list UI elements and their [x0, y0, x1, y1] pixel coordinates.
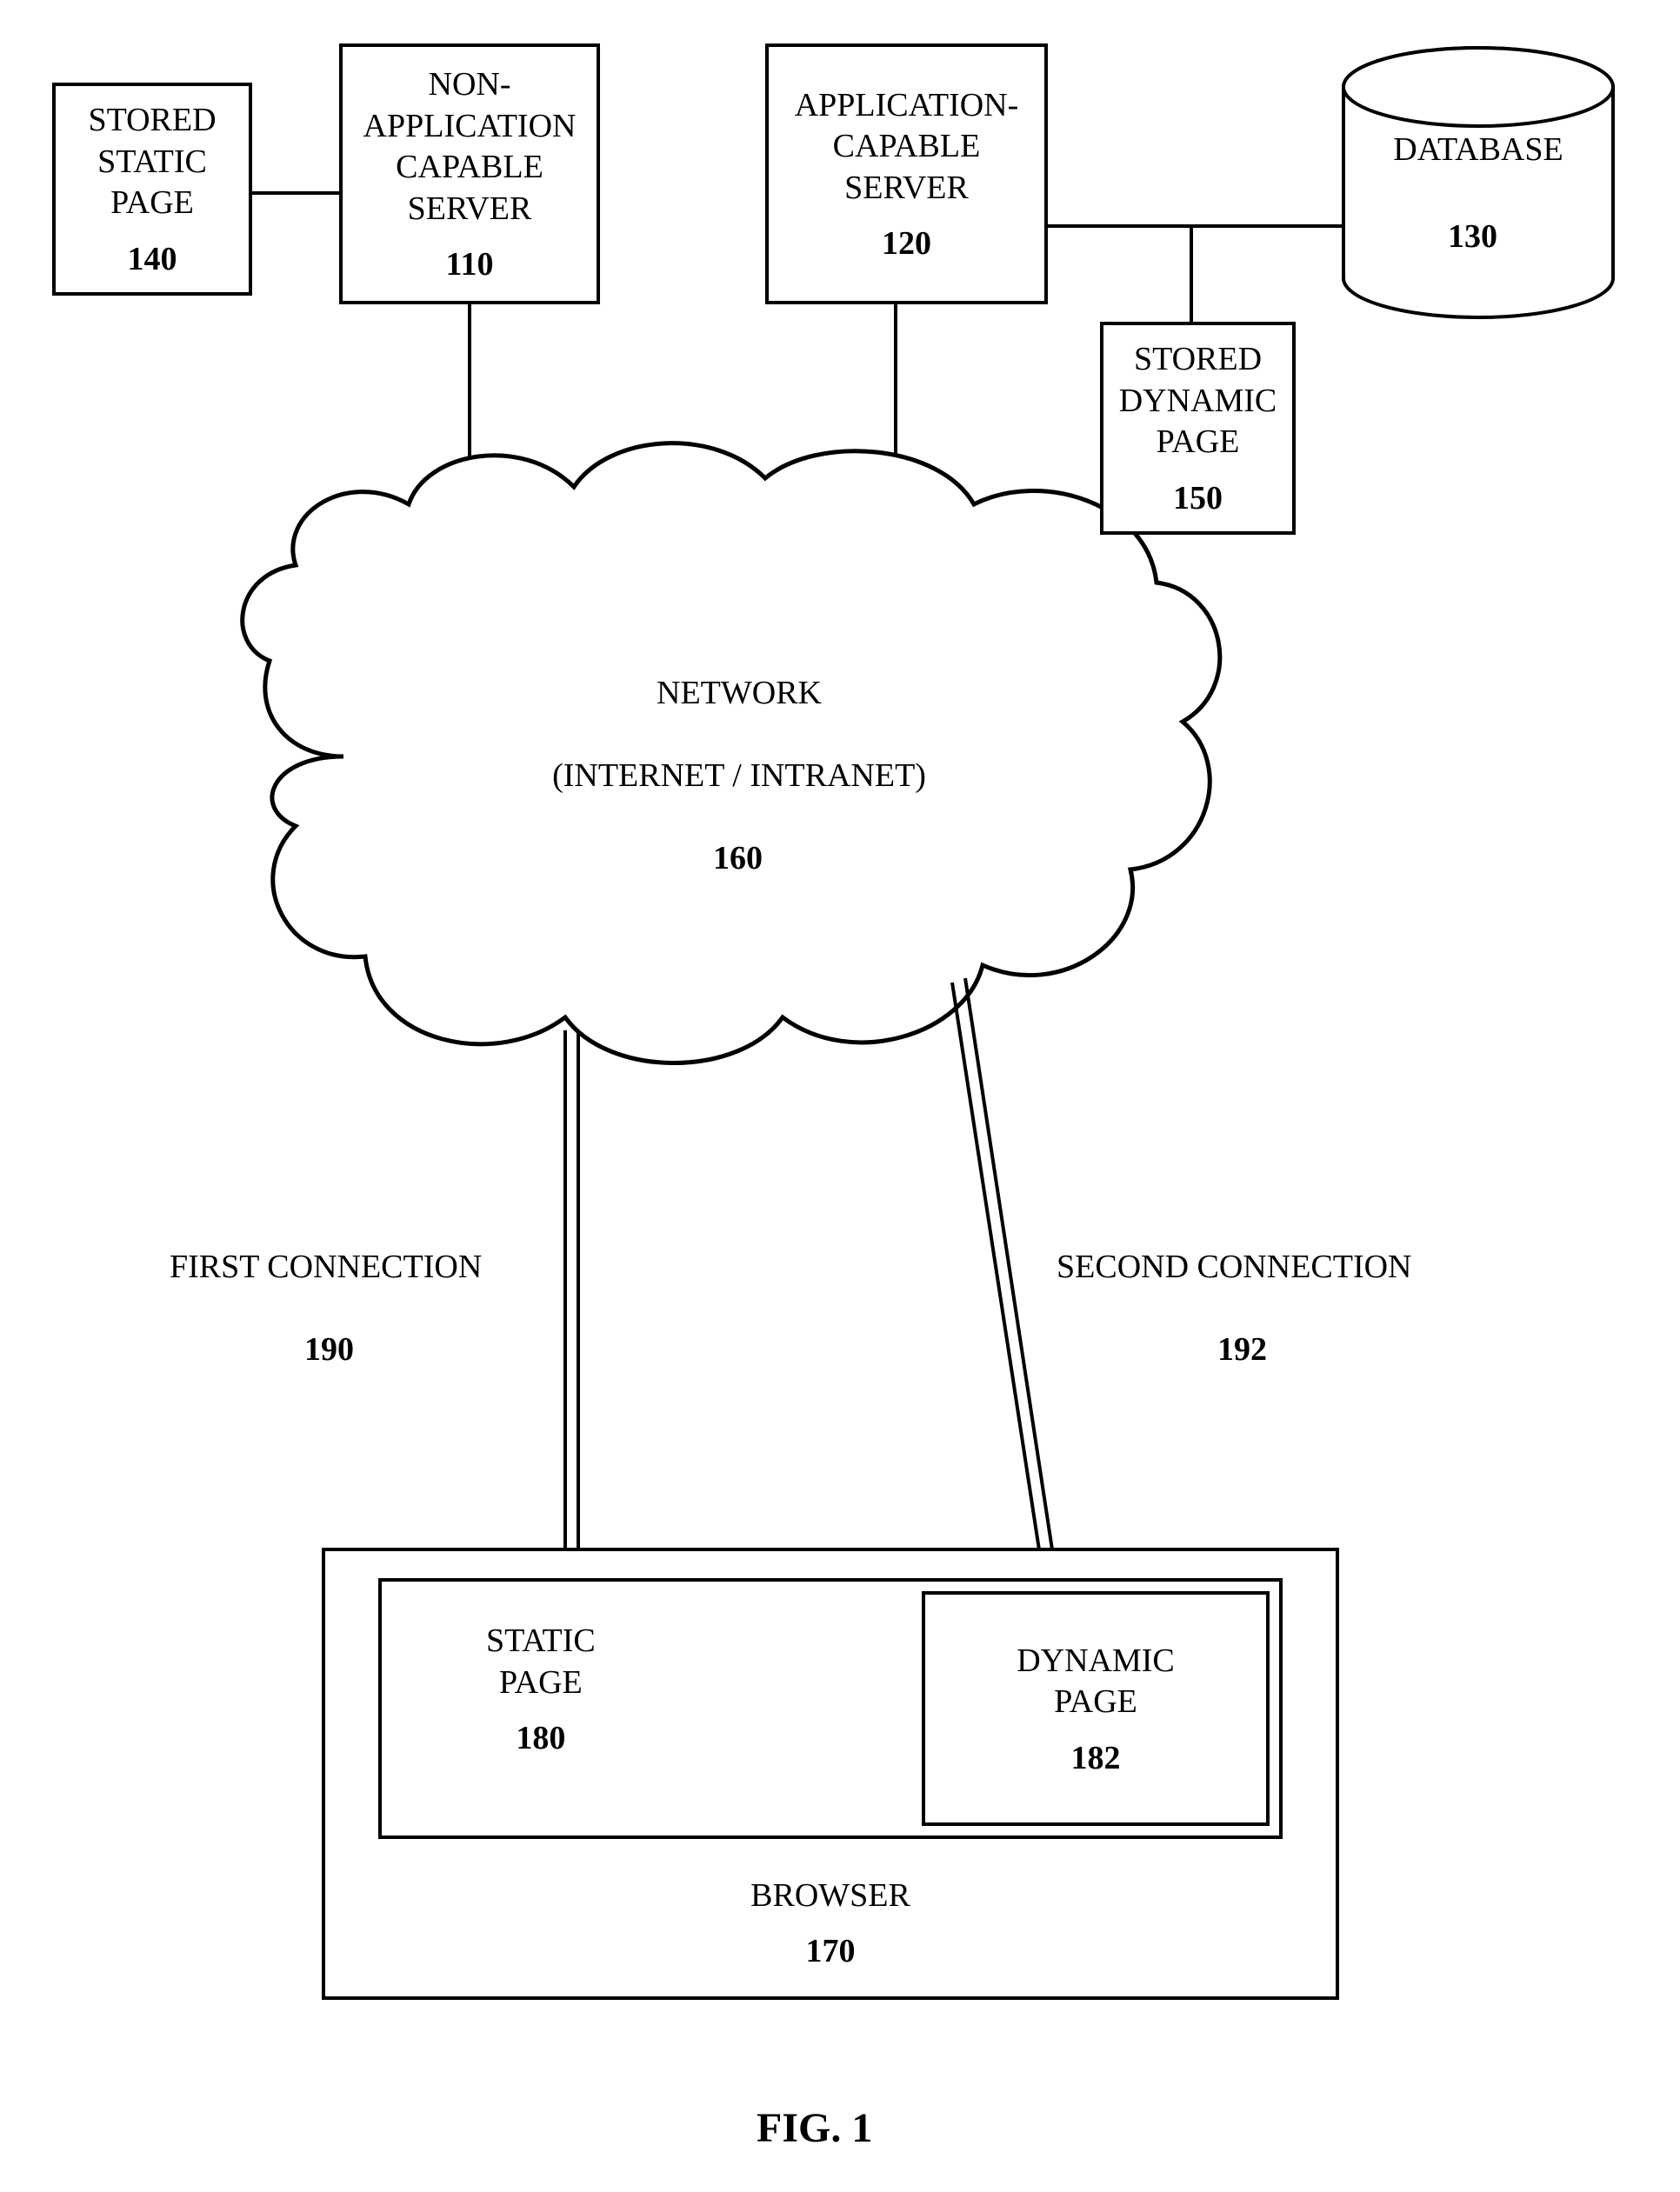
app-server-box: APPLICATION- CAPABLE SERVER 120: [765, 43, 1048, 304]
second-connection-num: 192: [1217, 1330, 1267, 1369]
network-label-2: (INTERNET / INTRANET): [504, 756, 974, 795]
dynamic-page-num: 182: [1071, 1739, 1121, 1777]
database-label: DATABASE: [1391, 130, 1565, 169]
figure-caption: FIG. 1: [757, 2104, 872, 2152]
diagram-canvas: STORED STATIC PAGE 140 NON- APPLICATION …: [0, 0, 1680, 2192]
database-icon: [1343, 48, 1613, 317]
static-page-label: STATIC PAGE: [486, 1621, 596, 1703]
stored-dynamic-page-num: 150: [1173, 479, 1223, 517]
dynamic-page-box: DYNAMIC PAGE 182: [922, 1591, 1270, 1826]
stored-dynamic-page-box: STORED DYNAMIC PAGE 150: [1100, 322, 1296, 535]
browser-num: 170: [806, 1932, 856, 1970]
app-server-num: 120: [882, 224, 931, 263]
non-app-server-num: 110: [446, 245, 494, 283]
static-page-num: 180: [486, 1719, 596, 1757]
cloud-icon: [243, 443, 1220, 1063]
dynamic-page-label: DYNAMIC PAGE: [1017, 1641, 1175, 1723]
stored-static-page-label: STORED STATIC PAGE: [88, 100, 216, 224]
first-connection-label: FIRST CONNECTION: [170, 1248, 482, 1286]
network-num: 160: [713, 839, 763, 877]
stored-dynamic-page-label: STORED DYNAMIC PAGE: [1119, 339, 1277, 463]
second-connection-label: SECOND CONNECTION: [1057, 1248, 1412, 1286]
first-connection-num: 190: [304, 1330, 354, 1369]
browser-label: BROWSER: [750, 1876, 910, 1917]
network-label-1: NETWORK: [626, 674, 852, 712]
app-server-label: APPLICATION- CAPABLE SERVER: [795, 85, 1019, 210]
non-app-server-box: NON- APPLICATION CAPABLE SERVER 110: [339, 43, 600, 304]
stored-static-page-box: STORED STATIC PAGE 140: [52, 83, 252, 296]
non-app-server-label: NON- APPLICATION CAPABLE SERVER: [363, 64, 577, 230]
stored-static-page-num: 140: [128, 240, 177, 278]
database-num: 130: [1448, 217, 1497, 256]
